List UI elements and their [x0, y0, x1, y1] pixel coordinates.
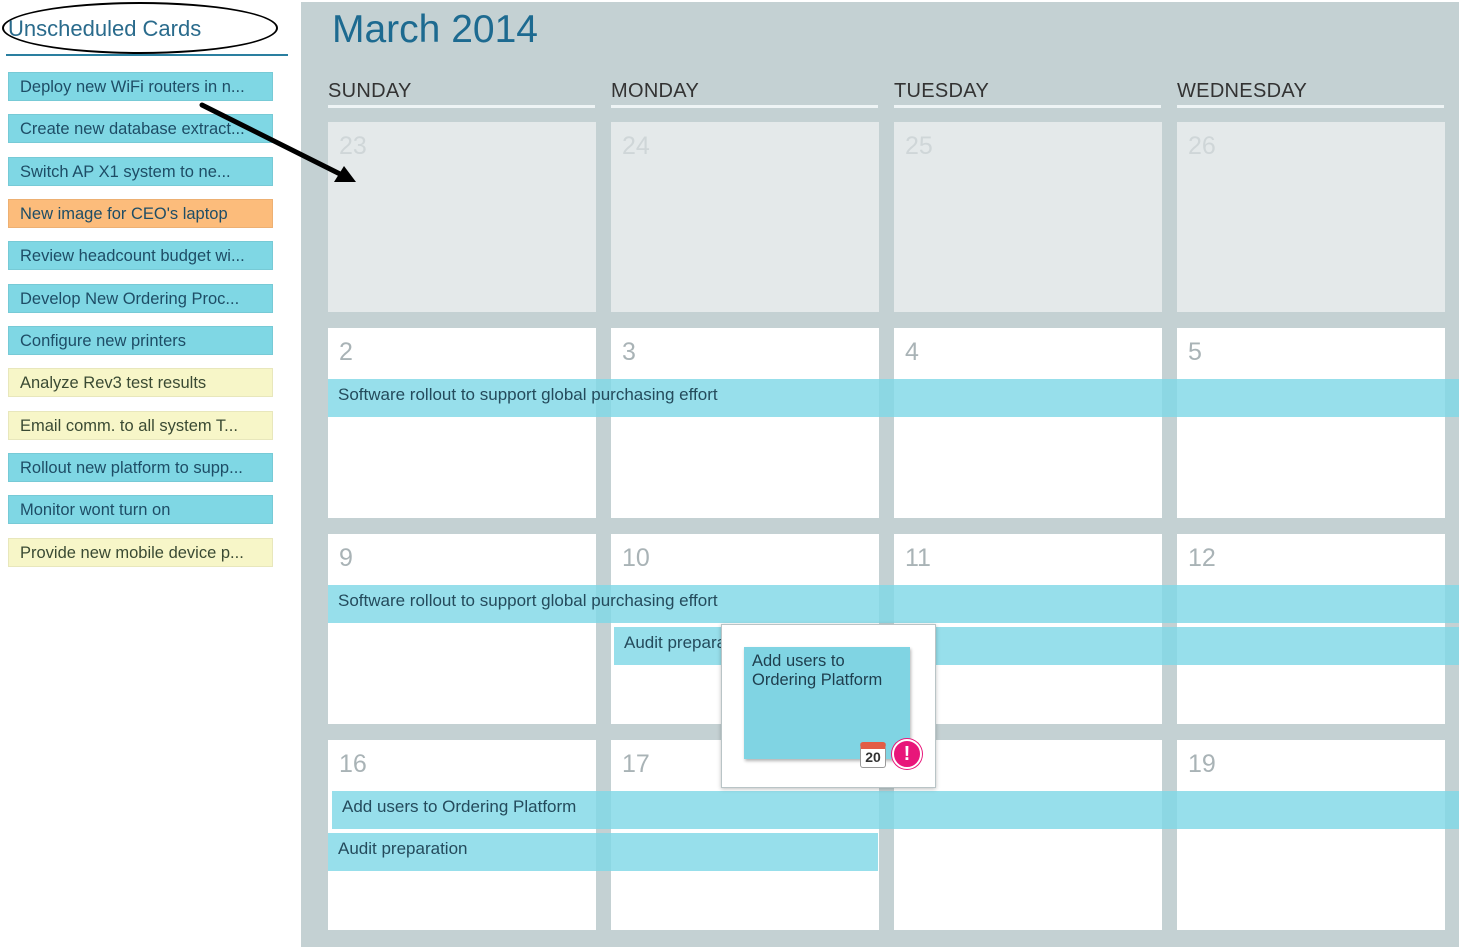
unscheduled-card[interactable]: Review headcount budget wi...: [8, 241, 273, 270]
unscheduled-card[interactable]: Configure new printers: [8, 326, 273, 355]
day-header-sunday: SUNDAY: [328, 80, 595, 108]
day-number: 24: [622, 132, 650, 160]
day-number: 4: [905, 338, 919, 366]
unscheduled-card[interactable]: Analyze Rev3 test results: [8, 368, 273, 397]
day-number: 10: [622, 544, 650, 572]
day-cell[interactable]: 5: [1177, 328, 1445, 518]
event-audit-preparation[interactable]: Audit preparation: [328, 833, 878, 871]
day-cell[interactable]: 9: [328, 534, 596, 724]
event-software-rollout[interactable]: Software rollout to support global purch…: [328, 379, 1459, 417]
day-number: 11: [905, 544, 931, 572]
day-number: 5: [1188, 338, 1202, 366]
day-cell[interactable]: 24: [611, 122, 879, 312]
day-number: 25: [905, 132, 933, 160]
day-cell[interactable]: 19: [1177, 740, 1445, 930]
day-number: 19: [1188, 750, 1216, 778]
day-number: 17: [622, 750, 650, 778]
day-cell[interactable]: 23: [328, 122, 596, 312]
card-detail-popup[interactable]: Add users to Ordering Platform 20 !: [721, 624, 936, 788]
popup-card-text: Add users to Ordering Platform: [752, 652, 883, 689]
day-number: 16: [339, 750, 367, 778]
day-cell[interactable]: 26: [1177, 122, 1445, 312]
day-number: 23: [339, 132, 367, 160]
day-header-wednesday: WEDNESDAY: [1177, 80, 1444, 108]
unscheduled-card[interactable]: New image for CEO's laptop: [8, 199, 273, 228]
day-number: 9: [339, 544, 353, 572]
unscheduled-card[interactable]: Switch AP X1 system to ne...: [8, 157, 273, 186]
calendar-icon[interactable]: 20: [860, 742, 886, 768]
unscheduled-card[interactable]: Provide new mobile device p...: [8, 538, 273, 567]
unscheduled-card[interactable]: Develop New Ordering Proc...: [8, 284, 273, 313]
panel-title: Unscheduled Cards: [8, 16, 202, 41]
event-add-users[interactable]: Add users to Ordering Platform: [332, 791, 1459, 829]
day-cell[interactable]: 4: [894, 328, 1162, 518]
unscheduled-card[interactable]: Monitor wont turn on: [8, 495, 273, 524]
day-number: 3: [622, 338, 636, 366]
unscheduled-card[interactable]: Rollout new platform to supp...: [8, 453, 273, 482]
day-cell[interactable]: 3: [611, 328, 879, 518]
day-cell[interactable]: 25: [894, 122, 1162, 312]
month-title: March 2014: [332, 8, 538, 51]
alert-icon[interactable]: !: [892, 739, 922, 769]
calendar-view: March 2014 SUNDAY MONDAY TUESDAY WEDNESD…: [301, 2, 1459, 947]
unscheduled-card[interactable]: Deploy new WiFi routers in n...: [8, 72, 273, 101]
day-number: 12: [1188, 544, 1216, 572]
day-number: 2: [339, 338, 353, 366]
day-header-monday: MONDAY: [611, 80, 878, 108]
day-number: 26: [1188, 132, 1216, 160]
unscheduled-card[interactable]: Create new database extract...: [8, 114, 273, 143]
day-cell[interactable]: 2: [328, 328, 596, 518]
unscheduled-cards-panel: Unscheduled Cards Deploy new WiFi router…: [0, 0, 300, 947]
event-software-rollout[interactable]: Software rollout to support global purch…: [328, 585, 1459, 623]
unscheduled-card[interactable]: Email comm. to all system T...: [8, 411, 273, 440]
day-header-tuesday: TUESDAY: [894, 80, 1161, 108]
title-underline: [6, 54, 288, 56]
